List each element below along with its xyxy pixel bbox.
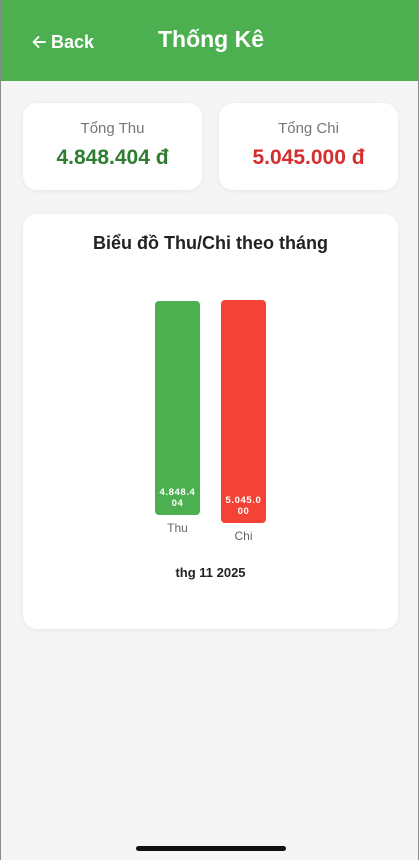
bar-value-label: 5.045.000: [225, 495, 262, 517]
category-label-thu: Thu: [167, 521, 188, 535]
page-title: Thống Kê: [157, 26, 265, 52]
bar-thu: 4.848.404: [155, 301, 200, 515]
income-amount: 4.848.404 đ: [56, 146, 169, 169]
bar-value-label: 4.848.404: [159, 487, 196, 509]
left-edge: [0, 0, 1, 860]
app-header: Back Thống Kê: [0, 0, 419, 81]
month-label: thg 11 2025: [175, 565, 246, 580]
bar-chi: 5.045.000: [221, 300, 266, 523]
expense-summary-card: Tổng Chi 5.045.000 đ: [219, 103, 398, 190]
income-summary-card: Tổng Thu 4.848.404 đ: [23, 103, 202, 190]
income-label: Tổng Thu: [80, 120, 145, 137]
chart-title: Biểu đồ Thu/Chi theo tháng: [93, 233, 328, 253]
expense-label: Tổng Chi: [278, 120, 339, 137]
home-indicator: [136, 846, 286, 851]
chart-card: Biểu đồ Thu/Chi theo tháng 4.848.404 Thu 5…: [23, 214, 398, 629]
expense-amount: 5.045.000 đ: [252, 146, 365, 169]
category-label-chi: Chi: [234, 529, 253, 543]
